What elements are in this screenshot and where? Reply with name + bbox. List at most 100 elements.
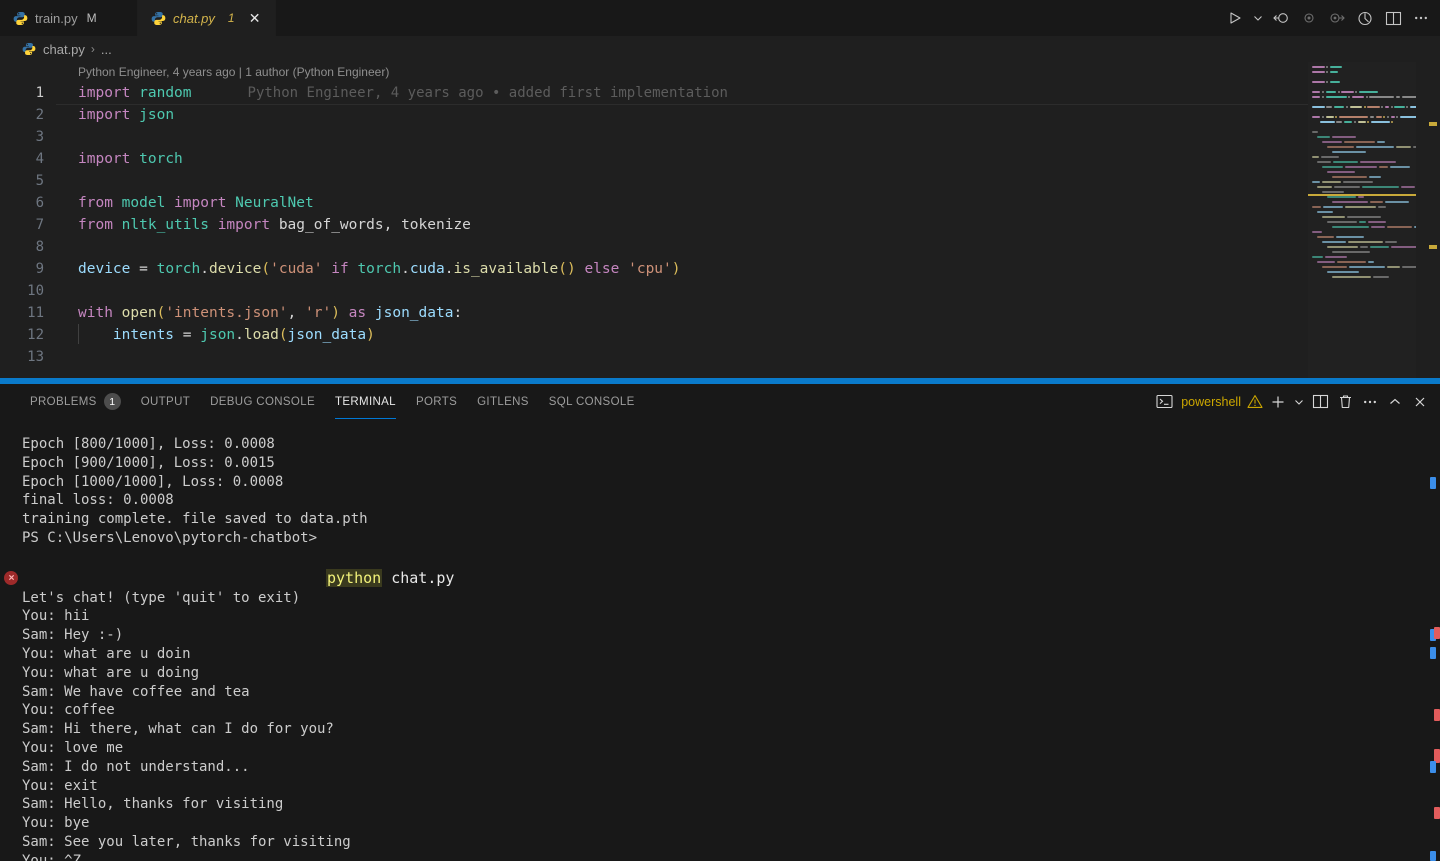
- breadcrumb-file[interactable]: chat.py: [43, 42, 85, 57]
- chevron-right-icon: ›: [90, 42, 95, 56]
- code-token: (: [278, 327, 288, 343]
- editor-tab-label: train.py: [35, 10, 78, 26]
- code-line[interactable]: 9 device = torch.device('cuda' if torch.c…: [0, 258, 1440, 280]
- minimap-token: [1363, 106, 1366, 108]
- terminal-output[interactable]: Epoch [800/1000], Loss: 0.0008 Epoch [900…: [0, 435, 1440, 861]
- terminal-line: Let's chat! (type 'quit' to exit): [22, 589, 301, 606]
- close-icon[interactable]: ✕: [246, 9, 264, 27]
- python-icon: [13, 11, 28, 26]
- terminal-command-text: python chat.py: [326, 567, 454, 589]
- minimap-token: [1370, 201, 1383, 203]
- minimap-token: [1387, 266, 1400, 268]
- code-token: .: [235, 327, 244, 343]
- panel-tab-debug-console[interactable]: DEBUG CONSOLE: [200, 384, 325, 419]
- maximize-panel-button[interactable]: [1383, 389, 1407, 415]
- code-line[interactable]: 5: [0, 170, 1440, 192]
- terminal-more-actions-button[interactable]: [1358, 389, 1382, 415]
- problems-count-badge: 1: [103, 393, 121, 410]
- minimap-slider[interactable]: [1308, 62, 1416, 378]
- code-token: ): [366, 327, 375, 343]
- code-token: open: [121, 305, 157, 321]
- terminal-view[interactable]: Epoch [800/1000], Loss: 0.0008 Epoch [900…: [0, 419, 1440, 861]
- panel-tab-problems[interactable]: PROBLEMS 1: [20, 384, 131, 419]
- terminal-shell-label[interactable]: powershell: [1176, 395, 1244, 409]
- terminal-line: You: hii: [22, 608, 90, 625]
- minimap-token: [1327, 271, 1359, 273]
- kill-terminal-button[interactable]: [1333, 389, 1357, 415]
- terminal-command-marker: [1430, 477, 1436, 489]
- more-actions-icon[interactable]: [1408, 4, 1434, 32]
- panel-tab-gitlens[interactable]: GITLENS: [467, 384, 539, 419]
- code-line[interactable]: 10: [0, 280, 1440, 302]
- editor-tab-chat-py[interactable]: chat.py 1 ✕: [138, 0, 276, 36]
- split-editor-icon[interactable]: [1380, 4, 1406, 32]
- minimap-token: [1312, 96, 1321, 98]
- terminal-line: You: what are u doin: [22, 645, 191, 662]
- terminal-line: Sam: We have coffee and tea: [22, 683, 250, 700]
- run-python-file-button[interactable]: [1222, 4, 1248, 32]
- panel-tab-sql-console[interactable]: SQL CONSOLE: [539, 384, 645, 419]
- code-line[interactable]: 12 intents = json.load(json_data): [0, 324, 1440, 346]
- editor-minimap[interactable]: [1308, 62, 1416, 378]
- indent-guide: [78, 324, 79, 344]
- chevron-down-icon[interactable]: [1250, 4, 1266, 32]
- panel-tab-label: PROBLEMS: [30, 395, 97, 408]
- code-line[interactable]: 6 from model import NeuralNet: [0, 192, 1440, 214]
- panel-tab-terminal[interactable]: TERMINAL: [325, 384, 406, 419]
- code-content: intents = json.load(json_data): [56, 324, 375, 346]
- code-token: 'cuda': [270, 261, 323, 277]
- minimap-token: [1358, 91, 1378, 93]
- minimap-token: [1332, 201, 1368, 203]
- terminal-command-line: python chat.py: [0, 567, 1440, 589]
- chevron-down-icon[interactable]: [1291, 389, 1307, 415]
- minimap-token: [1349, 106, 1363, 108]
- code-line[interactable]: 3: [0, 126, 1440, 148]
- command-program: python: [326, 568, 383, 587]
- new-terminal-button[interactable]: [1266, 389, 1290, 415]
- code-content: [56, 280, 78, 302]
- breadcrumb[interactable]: chat.py › ...: [0, 36, 1440, 62]
- minimap-token: [1325, 96, 1347, 98]
- minimap-token: [1362, 186, 1399, 188]
- terminal-command-marker: [1430, 761, 1436, 773]
- minimap-token: [1368, 261, 1374, 263]
- minimap-token: [1332, 226, 1369, 228]
- minimap-token: [1401, 96, 1416, 98]
- minimap-token: [1325, 256, 1347, 258]
- minimap-token: [1337, 91, 1340, 93]
- minimap-token: [1414, 226, 1416, 228]
- python-icon: [22, 42, 37, 57]
- code-token: nltk_utils: [121, 217, 209, 233]
- close-panel-button[interactable]: [1408, 389, 1432, 415]
- code-line[interactable]: 11 with open('intents.json', 'r') as json…: [0, 302, 1440, 324]
- breadcrumb-more[interactable]: ...: [101, 42, 112, 57]
- code-line[interactable]: 1 import random Python Engineer, 4 years a…: [0, 82, 1440, 104]
- warning-icon[interactable]: [1245, 389, 1265, 415]
- code-line[interactable]: 13: [0, 346, 1440, 368]
- code-editor[interactable]: Python Engineer, 4 years ago | 1 author …: [0, 62, 1440, 378]
- command-failed-icon[interactable]: [4, 570, 18, 585]
- panel-tab-ports[interactable]: PORTS: [406, 384, 467, 419]
- editor-vertical-scrollbar[interactable]: [1426, 62, 1440, 378]
- line-number: 13: [27, 349, 44, 365]
- split-terminal-button[interactable]: [1308, 389, 1332, 415]
- code-line[interactable]: 8: [0, 236, 1440, 258]
- minimap-token: [1390, 166, 1410, 168]
- code-line[interactable]: 2 import json: [0, 104, 1440, 126]
- terminal-overview-ruler[interactable]: [1426, 419, 1440, 861]
- code-token: bag_of_words: [278, 217, 384, 233]
- step-into-icon[interactable]: [1296, 4, 1322, 32]
- editor-tab-train-py[interactable]: train.py M: [0, 0, 138, 36]
- minimap-token: [1369, 96, 1395, 98]
- code-line[interactable]: 7 from nltk_utils import bag_of_words, to…: [0, 214, 1440, 236]
- minimap-token: [1413, 146, 1416, 148]
- step-over-icon[interactable]: [1324, 4, 1350, 32]
- minimap-token: [1379, 166, 1388, 168]
- panel-tab-output[interactable]: OUTPUT: [131, 384, 200, 419]
- code-line[interactable]: 4 import torch: [0, 148, 1440, 170]
- step-back-icon[interactable]: [1268, 4, 1294, 32]
- code-lines[interactable]: 1 import random Python Engineer, 4 years a…: [0, 82, 1440, 368]
- debug-icon[interactable]: [1352, 4, 1378, 32]
